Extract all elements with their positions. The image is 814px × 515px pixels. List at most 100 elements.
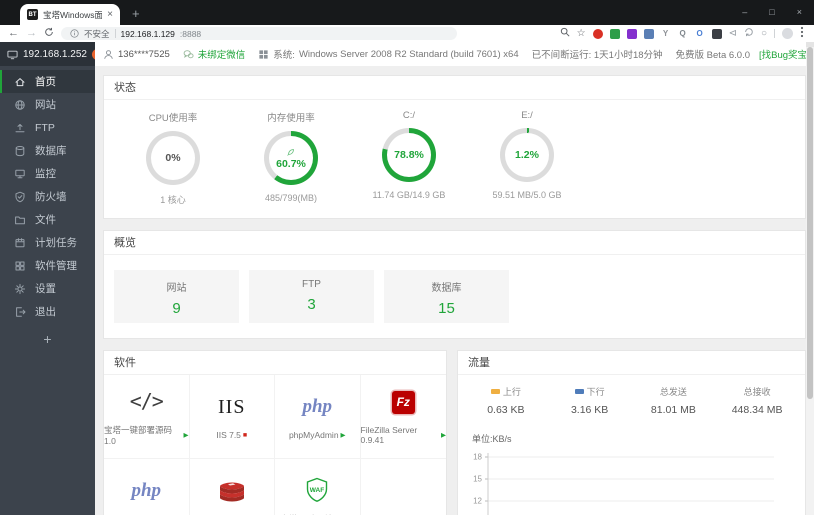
y-ext-icon[interactable]: Y xyxy=(661,29,671,39)
traffic-stat: 下行 3.16 KB xyxy=(548,385,632,416)
overview-box-网站[interactable]: 网站 9 xyxy=(114,270,239,323)
wechat-bind-link[interactable]: 未绑定微信 xyxy=(183,47,245,61)
gauge-ring[interactable]: 60.7% xyxy=(264,131,318,185)
sidebar-item-label: 计划任务 xyxy=(35,237,77,249)
sidebar-item-software[interactable]: 软件管理 xyxy=(0,254,95,277)
server-monitor-icon xyxy=(7,50,18,59)
gauge-block: C:/ 78.8% 11.74 GB/14.9 GB xyxy=(350,110,468,206)
gauge-ring: 0% xyxy=(146,131,200,185)
software-item-php[interactable]: php phpMyAdmin ▶ xyxy=(275,375,361,459)
software-item-php[interactable]: phpPHP-5.2▶ xyxy=(104,459,190,515)
server-ip-header[interactable]: 192.168.1.252 0 xyxy=(0,42,107,66)
sidebar-item-settings[interactable]: 设置 xyxy=(0,277,95,300)
purple-ext-icon[interactable] xyxy=(626,28,637,39)
reload-icon[interactable] xyxy=(44,27,54,40)
traffic-stat-label: 总接收 xyxy=(743,387,771,397)
sidebar-item-monitor[interactable]: 监控 xyxy=(0,162,95,185)
traffic-stat-value: 448.34 MB xyxy=(731,404,783,416)
red-ext-icon[interactable] xyxy=(592,28,603,39)
gauge-sub-label: 1 核心 xyxy=(160,195,186,205)
sidebar-add-button[interactable]: + xyxy=(0,332,95,346)
chrome-menu-icon[interactable] xyxy=(800,26,804,41)
software-icon xyxy=(14,260,26,272)
address-bar[interactable]: 不安全 192.168.1.129:8888 xyxy=(61,27,457,40)
overview-value: 15 xyxy=(438,300,455,317)
gauge-value: 1.2% xyxy=(515,149,539,161)
o-ext-icon[interactable]: O xyxy=(695,29,705,39)
waf-logo-icon: WAF xyxy=(305,476,329,504)
ftp-icon xyxy=(14,122,26,134)
sidebar: 192.168.1.252 0 首页网站 FTP 数据库监控防火墙文件计划任务软件管… xyxy=(0,42,107,515)
panel-topbar: 136****7525 未绑定微信 系统: Windows Server 200… xyxy=(95,42,814,66)
forward-icon[interactable]: → xyxy=(26,28,37,39)
favicon-bt-icon: BT xyxy=(27,9,38,20)
window-maximize-button[interactable]: □ xyxy=(769,8,774,17)
overview-box-FTP[interactable]: FTP 3 xyxy=(249,270,374,323)
overview-value: 3 xyxy=(307,296,316,313)
scrollbar-thumb[interactable] xyxy=(807,47,813,399)
svg-text:WAF: WAF xyxy=(310,487,324,494)
legend-swatch xyxy=(490,389,500,394)
overview-value: 9 xyxy=(172,300,181,317)
sidebar-item-label: 退出 xyxy=(35,306,56,318)
cast-icon[interactable]: ⊲ xyxy=(729,28,737,39)
overview-boxes: 网站 9 FTP 3 数据库 15 xyxy=(104,255,805,338)
overview-title: 概览 xyxy=(104,231,805,255)
database-icon xyxy=(14,145,26,157)
overview-label: FTP xyxy=(302,279,321,290)
software-item-code[interactable]: </> 宝塔一键部署源码 1.0 ▶ xyxy=(104,375,190,459)
sidebar-item-label: FTP xyxy=(35,121,55,134)
new-tab-button[interactable]: + xyxy=(132,7,140,20)
gauge-label: 内存使用率 xyxy=(267,113,315,124)
window-minimize-button[interactable]: – xyxy=(742,8,747,17)
windows-icon xyxy=(259,49,268,59)
traffic-stats: 上行 0.63 KB 下行 3.16 KB 总发送 81.01 MB 总接收 448.34 M… xyxy=(458,375,805,416)
sidebar-item-files[interactable]: 文件 xyxy=(0,208,95,231)
tab-close-icon[interactable]: × xyxy=(107,9,113,20)
files-icon xyxy=(14,214,26,226)
sidebar-item-logout[interactable]: 退出 xyxy=(0,300,95,323)
software-item-iis[interactable]: IIS IIS 7.5 ■ xyxy=(189,375,275,459)
gauge-block: E:/ 1.2% 59.51 MB/5.0 GB xyxy=(468,110,586,206)
green-ext-icon[interactable] xyxy=(609,28,620,39)
browser-tab[interactable]: BT 宝塔Windows面板 × xyxy=(20,4,120,25)
traffic-stat: 总接收 448.34 MB xyxy=(715,385,799,416)
status-title: 状态 xyxy=(104,76,805,100)
dark-ext-icon[interactable] xyxy=(711,28,722,39)
php-logo-icon: php xyxy=(131,480,162,501)
gauge-label: CPU使用率 xyxy=(148,113,198,124)
software-name: phpMyAdmin xyxy=(288,430,339,440)
page-scrollbar[interactable] xyxy=(806,42,814,515)
traffic-stat-value: 0.63 KB xyxy=(487,404,525,416)
software-item-redis[interactable]: redis 1.0▶ xyxy=(190,459,275,515)
software-item-filezilla[interactable]: Fz FileZilla Server 0.9.41 ▶ xyxy=(360,375,446,459)
sidebar-item-website[interactable]: 网站 xyxy=(0,93,95,116)
q-ext-icon[interactable]: Q xyxy=(678,29,688,39)
gauge-value: 78.8% xyxy=(394,149,424,161)
sidebar-item-ftp[interactable]: FTP xyxy=(0,116,95,139)
user-icon xyxy=(104,49,113,59)
software-item-waf[interactable]: WAF宝塔IIS防火墙 1.0▶ xyxy=(275,459,361,515)
gauge-label: C:/ xyxy=(402,110,416,121)
iis-logo-icon: IIS xyxy=(218,395,246,418)
sidebar-item-cron[interactable]: 计划任务 xyxy=(0,231,95,254)
code-logo-icon: </> xyxy=(129,389,164,413)
sidebar-item-home[interactable]: 首页 xyxy=(0,70,95,93)
sidebar-item-database[interactable]: 数据库 xyxy=(0,139,95,162)
bookmark-star-icon[interactable]: ☆ xyxy=(577,28,586,39)
history-icon[interactable] xyxy=(744,27,754,40)
blue-ext-icon[interactable] xyxy=(643,28,654,39)
window-close-button[interactable]: × xyxy=(797,8,802,17)
logout-icon xyxy=(14,306,26,318)
extensions-puzzle-icon[interactable]: ○ xyxy=(761,28,767,39)
user-account[interactable]: 136****7525 xyxy=(103,49,170,60)
overview-label: 网站 xyxy=(166,283,187,294)
sidebar-item-firewall[interactable]: 防火墙 xyxy=(0,185,95,208)
profile-avatar[interactable] xyxy=(782,28,793,39)
status-card: 状态 CPU使用率 0% 1 核心 内存使用率 60.7% 485/799(MB) C:/ 7… xyxy=(103,75,806,219)
overview-box-数据库[interactable]: 数据库 15 xyxy=(384,270,509,323)
sidebar-item-label: 首页 xyxy=(35,76,56,88)
search-icon[interactable] xyxy=(560,27,570,40)
user-phone: 136****7525 xyxy=(118,48,170,60)
back-icon[interactable]: ← xyxy=(8,28,19,39)
